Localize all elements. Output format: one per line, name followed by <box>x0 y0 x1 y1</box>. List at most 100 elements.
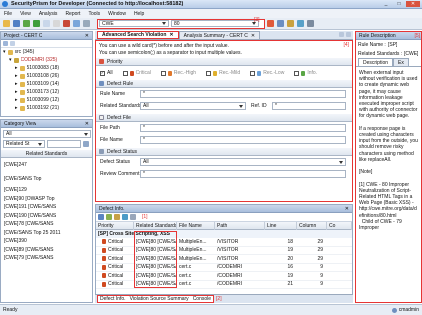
bookmark-icon[interactable] <box>276 20 284 27</box>
related-standards-select[interactable]: All <box>140 102 246 110</box>
menu-file[interactable]: File <box>4 11 12 17</box>
category-item[interactable]: [CWE]190 [CWE/SANS <box>1 212 92 221</box>
tab-description[interactable]: Description <box>358 58 394 66</box>
menu-tools[interactable]: Tools <box>88 11 100 17</box>
column-header[interactable]: Path <box>215 221 265 230</box>
stop-icon[interactable] <box>63 20 70 27</box>
tab-example[interactable]: Ex <box>393 58 409 66</box>
category-item[interactable]: [CWE/SANS Top 25 2011 <box>1 229 92 238</box>
category-item[interactable]: [CWE]247 <box>1 158 92 172</box>
flag-icon[interactable] <box>266 20 274 27</box>
tree-node[interactable]: ▸ 51003083 (18) <box>1 64 92 72</box>
minimize-panel-icon[interactable] <box>339 32 344 37</box>
category-search-input[interactable] <box>47 140 81 148</box>
tree-node[interactable]: ▸ 51003192 (21) <box>1 104 92 112</box>
category-item[interactable]: [CWE]390 <box>1 237 92 246</box>
tree-node[interactable]: ▾ src (345) <box>1 48 92 56</box>
collapsed-icon[interactable]: ▸ <box>15 65 18 71</box>
link-icon[interactable] <box>10 41 15 46</box>
priority-section-header[interactable]: Priority <box>96 58 352 66</box>
priority-option[interactable]: Rec.-High <box>160 70 196 76</box>
category-item[interactable]: [CWE]79 [CWE/SANS <box>1 254 92 263</box>
grid-view-icon[interactable] <box>98 214 104 220</box>
filter-icon[interactable] <box>114 214 120 220</box>
tab-advanced-search[interactable]: Advanced Search Violation ✕ <box>97 31 179 39</box>
priority-checkbox[interactable]: ✓ <box>100 70 105 76</box>
tab-console[interactable]: Console <box>193 296 211 302</box>
category-item[interactable]: [CWE]89 [CWE/SANS <box>1 246 92 255</box>
table-row[interactable]: Critical [CWE]80 [CWE/SANS T...MultipleEn… <box>96 255 352 264</box>
refresh-icon[interactable] <box>73 20 80 27</box>
priority-option[interactable]: Info. <box>294 70 317 76</box>
category-item[interactable]: [CWE]191 [CWE/SANS <box>1 203 92 212</box>
maximize-button[interactable]: □ <box>393 1 405 7</box>
report-icon[interactable] <box>43 20 50 27</box>
save-icon[interactable] <box>13 20 20 27</box>
table-row[interactable]: Critical [CWE]80 [CWE/SANS T...MultipleEn… <box>96 238 352 247</box>
tab-analysis-summary[interactable]: Analysis Summary - CERT C ✕ <box>178 31 261 39</box>
analyze-icon[interactable] <box>23 20 30 27</box>
category-item[interactable]: [CWE]90 [OWASP Top <box>1 195 92 204</box>
priority-option[interactable]: ✓ All <box>100 70 113 76</box>
priority-option[interactable]: Rec.-Mild <box>206 70 240 76</box>
column-header[interactable]: File Name <box>177 221 215 230</box>
column-header[interactable]: Co <box>327 221 352 230</box>
collapsed-icon[interactable]: ▸ <box>15 73 18 79</box>
menu-window[interactable]: Window <box>108 11 126 17</box>
table-row[interactable]: Critical [CWE]80 [CWE/SANS T...cert.c/COD… <box>96 272 352 281</box>
close-icon[interactable]: ✕ <box>85 121 89 127</box>
export-icon[interactable] <box>122 214 128 220</box>
play-icon[interactable] <box>33 20 40 27</box>
settings-icon[interactable] <box>306 20 314 27</box>
close-icon[interactable]: ✕ <box>251 33 255 39</box>
file-name-input[interactable]: * <box>140 136 346 144</box>
standard-select[interactable]: CWE <box>99 20 169 27</box>
menu-analysis[interactable]: Analysis <box>39 11 58 17</box>
rule-name-input[interactable]: * <box>140 90 346 98</box>
menu-help[interactable]: Help <box>134 11 144 17</box>
priority-checkbox[interactable] <box>294 70 300 76</box>
collapsed-icon[interactable]: ▸ <box>15 105 18 111</box>
collapsed-icon[interactable]: ▸ <box>15 97 18 103</box>
filter-icon[interactable] <box>83 20 90 27</box>
tab-defect-info[interactable]: Defect Info. <box>100 296 126 302</box>
defect-status-select[interactable]: All <box>140 158 346 166</box>
expand-icon[interactable]: ▾ <box>3 49 6 55</box>
review-comment-input[interactable]: * <box>140 170 346 178</box>
category-item[interactable]: [CWE/SANS Top <box>1 172 92 186</box>
category-column-header[interactable]: Related Standards <box>1 150 92 158</box>
group-icon[interactable] <box>106 214 112 220</box>
collapsed-icon[interactable]: ▸ <box>15 89 18 95</box>
column-header[interactable]: Line <box>265 221 297 230</box>
collapsed-icon[interactable]: ▸ <box>15 81 18 87</box>
close-icon[interactable]: ✕ <box>345 206 349 212</box>
close-icon[interactable]: ✕ <box>169 32 173 38</box>
file-path-input[interactable]: * <box>140 124 346 132</box>
pause-icon[interactable] <box>53 20 60 27</box>
defect-rule-section-header[interactable]: Defect Rule <box>96 80 352 88</box>
maximize-panel-icon[interactable] <box>346 32 351 37</box>
tag-icon[interactable] <box>286 20 294 27</box>
expand-icon[interactable]: ▾ <box>9 57 12 63</box>
search-icon[interactable] <box>83 141 89 147</box>
tree-node[interactable]: ▾ CODEMRI (325) <box>1 56 92 64</box>
defect-status-section-header[interactable]: Defect Status <box>96 148 352 156</box>
table-row[interactable]: Critical [CWE]80 [CWE/SANS T...cert.c/COD… <box>96 264 352 272</box>
column-header[interactable]: Priority <box>96 221 134 230</box>
tab-violation-source-summary[interactable]: Violation Source Summary <box>130 296 189 302</box>
column-header[interactable]: Related Standards <box>134 221 177 230</box>
priority-checkbox[interactable] <box>122 70 128 76</box>
priority-checkbox[interactable] <box>206 70 212 76</box>
priority-option[interactable]: Rec.-Low <box>250 70 284 76</box>
priority-checkbox[interactable] <box>250 70 256 76</box>
menu-report[interactable]: Report <box>65 11 80 17</box>
standard-number-select[interactable]: 80 <box>171 20 259 27</box>
minimize-button[interactable]: _ <box>380 1 392 7</box>
category-filter-select[interactable]: All <box>3 130 91 138</box>
category-item[interactable]: [CWE]78 [CWE/SANS <box>1 220 92 229</box>
defect-file-section-header[interactable]: Defect File <box>96 114 352 122</box>
table-row[interactable]: Critical [CWE]80 [CWE/SANS T...MultipleEn… <box>96 247 352 255</box>
priority-checkbox[interactable] <box>160 70 166 76</box>
export-icon[interactable] <box>296 20 304 27</box>
tree-node[interactable]: ▸ 51003099 (12) <box>1 96 92 104</box>
